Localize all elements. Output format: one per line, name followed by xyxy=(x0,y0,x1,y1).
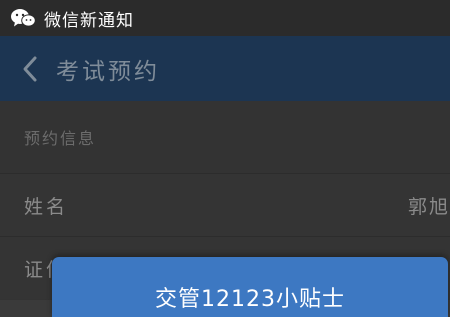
chevron-left-icon xyxy=(23,56,37,81)
page-title: 考试预约 xyxy=(56,58,160,85)
name-value: 郭旭 xyxy=(407,195,450,218)
wechat-icon xyxy=(11,9,36,27)
dialog-title: 交管12123小贴士 xyxy=(155,287,345,312)
section-title: 预约信息 xyxy=(0,101,450,174)
app-header: 考试预约 xyxy=(0,36,450,101)
tips-dialog[interactable]: 交管12123小贴士 xyxy=(52,257,448,317)
form-row-name: 姓名 郭旭 xyxy=(0,174,450,237)
back-button[interactable] xyxy=(12,49,48,89)
name-label: 姓名 xyxy=(24,195,69,218)
notification-bar[interactable]: 微信新通知 xyxy=(0,0,450,36)
notification-text: 微信新通知 xyxy=(44,10,134,31)
